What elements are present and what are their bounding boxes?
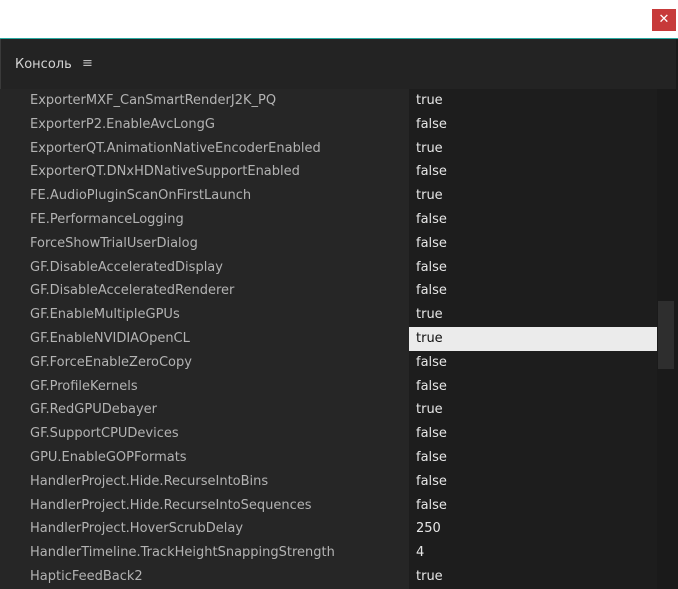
setting-key: HapticFeedBack2 bbox=[0, 564, 409, 589]
setting-key: ExporterQT.AnimationNativeEncoderEnabled bbox=[0, 136, 409, 161]
setting-key: GF.SupportCPUDevices bbox=[0, 422, 409, 446]
setting-key: FE.AudioPluginScanOnFirstLaunch bbox=[0, 184, 409, 208]
setting-key: ExporterQT.DNxHDNativeSupportEnabled bbox=[0, 160, 409, 185]
table-row[interactable]: ExporterP2.EnableAvcLongG false bbox=[0, 112, 657, 137]
panel-header: Консоль ≡ bbox=[0, 39, 678, 89]
title-bar: ✕ bbox=[0, 0, 678, 39]
setting-key: GF.DisableAcceleratedRenderer bbox=[0, 279, 409, 304]
setting-value[interactable]: false bbox=[409, 493, 657, 518]
setting-value[interactable]: false bbox=[409, 207, 657, 232]
setting-value[interactable]: false bbox=[409, 112, 657, 137]
setting-key: ExporterP2.EnableAvcLongG bbox=[0, 112, 409, 137]
close-icon: ✕ bbox=[658, 12, 670, 27]
setting-value[interactable]: true bbox=[409, 136, 657, 161]
setting-value[interactable]: false bbox=[409, 422, 657, 446]
table-row[interactable]: ExporterQT.DNxHDNativeSupportEnabled fals… bbox=[0, 160, 657, 185]
setting-key: GF.EnableMultipleGPUs bbox=[0, 303, 409, 327]
table-row[interactable]: FE.PerformanceLogging false bbox=[0, 207, 657, 232]
setting-key: FE.PerformanceLogging bbox=[0, 207, 409, 232]
setting-key: GF.ForceEnableZeroCopy bbox=[0, 350, 409, 375]
table-row[interactable]: GF.ForceEnableZeroCopy false bbox=[0, 350, 657, 375]
table-row[interactable]: ExporterQT.AnimationNativeEncoderEnabled… bbox=[0, 136, 657, 161]
table-row[interactable]: GF.EnableMultipleGPUs true bbox=[0, 303, 657, 327]
setting-value[interactable]: true bbox=[409, 398, 657, 423]
table-row[interactable]: GF.ProfileKernels false bbox=[0, 374, 657, 399]
setting-key: GF.ProfileKernels bbox=[0, 374, 409, 399]
vertical-scrollbar[interactable] bbox=[657, 89, 676, 589]
setting-value[interactable]: true bbox=[409, 303, 657, 327]
table-row[interactable]: ForceShowTrialUserDialog false bbox=[0, 231, 657, 256]
close-button[interactable]: ✕ bbox=[652, 9, 676, 31]
setting-key: ExporterMXF_CanSmartRenderJ2K_PQ bbox=[0, 89, 409, 113]
table-row[interactable]: GF.RedGPUDebayer true bbox=[0, 398, 657, 423]
table-row[interactable]: ExporterMXF_CanSmartRenderJ2K_PQ true bbox=[0, 89, 657, 113]
table-row[interactable]: HapticFeedBack2 true bbox=[0, 564, 657, 589]
setting-key: HandlerProject.Hide.RecurseIntoSequences bbox=[0, 493, 409, 518]
table-row[interactable]: HandlerProject.HoverScrubDelay 250 bbox=[0, 517, 657, 542]
setting-key: HandlerTimeline.TrackHeightSnappingStren… bbox=[0, 541, 409, 565]
table-row[interactable]: HandlerTimeline.TrackHeightSnappingStren… bbox=[0, 541, 657, 565]
console-window: ✕ Консоль ≡ ExporterMXF_CanSmartRenderJ2… bbox=[0, 0, 678, 589]
settings-table: ExporterMXF_CanSmartRenderJ2K_PQ true Expo… bbox=[0, 89, 657, 589]
setting-value[interactable]: true bbox=[409, 564, 657, 589]
setting-value[interactable]: false bbox=[409, 469, 657, 494]
table-row[interactable]: FE.AudioPluginScanOnFirstLaunch true bbox=[0, 184, 657, 208]
setting-value[interactable]: true bbox=[409, 184, 657, 208]
setting-key: GF.EnableNVIDIAOpenCL bbox=[0, 326, 409, 351]
table-row[interactable]: HandlerProject.Hide.RecurseIntoSequences… bbox=[0, 493, 657, 518]
scrollbar-thumb[interactable] bbox=[658, 301, 674, 369]
setting-value[interactable]: 4 bbox=[409, 541, 657, 565]
table-row[interactable]: GF.DisableAcceleratedDisplay false bbox=[0, 255, 657, 280]
setting-value[interactable]: false bbox=[409, 255, 657, 280]
setting-value[interactable]: true bbox=[409, 89, 657, 113]
setting-key: GPU.EnableGOPFormats bbox=[0, 445, 409, 470]
setting-key: HandlerProject.Hide.RecurseIntoBins bbox=[0, 469, 409, 494]
setting-value[interactable]: false bbox=[409, 350, 657, 375]
setting-key: HandlerProject.HoverScrubDelay bbox=[0, 517, 409, 542]
table-row[interactable]: GPU.EnableGOPFormats false bbox=[0, 445, 657, 470]
setting-key: GF.DisableAcceleratedDisplay bbox=[0, 255, 409, 280]
setting-value[interactable]: false bbox=[409, 231, 657, 256]
panel-menu-icon[interactable]: ≡ bbox=[82, 56, 93, 71]
setting-key: GF.RedGPUDebayer bbox=[0, 398, 409, 423]
table-row[interactable]: GF.DisableAcceleratedRenderer false bbox=[0, 279, 657, 304]
setting-value[interactable]: 250 bbox=[409, 517, 657, 542]
setting-key: ForceShowTrialUserDialog bbox=[0, 231, 409, 256]
setting-value[interactable]: false bbox=[409, 374, 657, 399]
setting-value[interactable]: true bbox=[409, 326, 657, 351]
table-row[interactable]: GF.SupportCPUDevices false bbox=[0, 422, 657, 446]
setting-value[interactable]: false bbox=[409, 160, 657, 185]
table-row[interactable]: HandlerProject.Hide.RecurseIntoBins false bbox=[0, 469, 657, 494]
setting-value[interactable]: false bbox=[409, 445, 657, 470]
table-row[interactable]: GF.EnableNVIDIAOpenCL true bbox=[0, 326, 657, 351]
panel-title: Консоль bbox=[15, 57, 72, 72]
setting-value[interactable]: false bbox=[409, 279, 657, 304]
